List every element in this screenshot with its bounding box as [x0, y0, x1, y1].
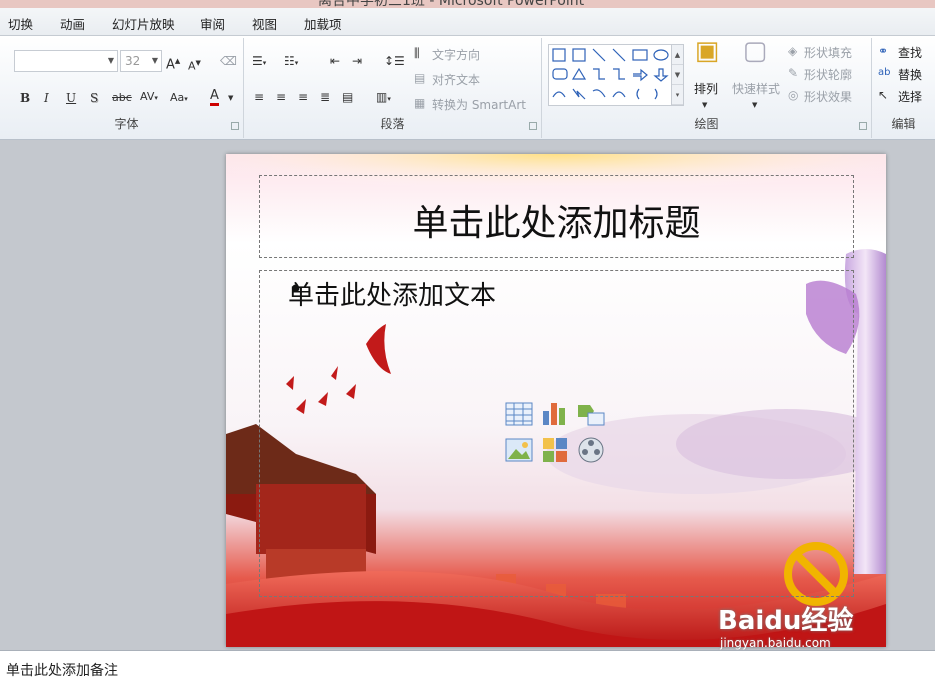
- insert-picture-icon[interactable]: [504, 435, 534, 465]
- underline-icon[interactable]: U: [66, 91, 76, 105]
- char-spacing-icon[interactable]: AV▾: [140, 90, 158, 105]
- dialog-launcher-icon[interactable]: [231, 122, 239, 130]
- change-case-icon[interactable]: Aa▾: [170, 91, 188, 106]
- slide-canvas[interactable]: 单击此处添加标题 • 单击此处添加文本: [226, 154, 886, 647]
- decrease-indent-icon[interactable]: ⇤: [330, 54, 340, 68]
- font-size-value: 32: [125, 54, 141, 68]
- paragraph-group: ☰▾ ☷▾ ⇤ ⇥ ↕☰ ⫼ 文字方向 ▤ 对齐文本 ▦ 转换为 SmartAr…: [244, 38, 542, 138]
- clear-format-icon[interactable]: ⌫: [220, 54, 237, 68]
- content-placeholder-text: 单击此处添加文本: [288, 281, 497, 311]
- strikethrough-icon[interactable]: abc: [112, 91, 132, 105]
- align-text-button[interactable]: 对齐文本: [432, 71, 480, 88]
- watermark: Baidu经验 jingyan.baidu.com: [716, 600, 886, 652]
- shadow-icon[interactable]: S: [90, 91, 98, 105]
- grow-font-icon[interactable]: A▲: [166, 54, 180, 72]
- shrink-font-icon[interactable]: A▼: [188, 56, 201, 74]
- notes-placeholder: 单击此处添加备注: [6, 663, 118, 679]
- arrange-icon: ▣: [694, 36, 720, 66]
- bullets-icon[interactable]: ☰▾: [252, 54, 266, 70]
- insert-smartart-icon[interactable]: [576, 399, 606, 429]
- chevron-down-icon: ▼: [702, 101, 708, 109]
- dialog-launcher-icon[interactable]: [529, 122, 537, 130]
- drawing-group: ▲ ▼ ▾ ▣ 排列 ▼ ▢ 快速样式 ▼ ◈ 形状填充 ✎ 形状轮廓 ◎ 形状效果…: [542, 38, 872, 138]
- drawing-group-label: 绘图: [694, 117, 719, 131]
- text-direction-button[interactable]: 文字方向: [432, 46, 480, 63]
- chevron-down-icon: ▼: [107, 56, 114, 65]
- dialog-launcher-icon[interactable]: [859, 122, 867, 130]
- chevron-down-icon: ▼: [151, 56, 158, 65]
- paint-bucket-icon: ◈: [788, 44, 798, 58]
- italic-icon[interactable]: I: [44, 91, 49, 105]
- title-placeholder-text: 单击此处添加标题: [412, 203, 701, 244]
- replace-icon: ab: [878, 67, 891, 78]
- font-size-select[interactable]: 32 ▼: [120, 50, 162, 72]
- chevron-down-icon: ▼: [752, 101, 758, 109]
- justify-icon[interactable]: ≣: [320, 90, 330, 104]
- pen-icon: ✎: [788, 66, 799, 80]
- gallery-scrollbar[interactable]: ▲ ▼ ▾: [671, 45, 683, 105]
- tab-transitions[interactable]: 切换: [8, 14, 33, 33]
- align-right-icon[interactable]: ≡: [298, 90, 308, 104]
- window-title: 离合中学初三1班 - Microsoft PowerPoint: [318, 0, 585, 8]
- insert-clipart-icon[interactable]: [540, 435, 570, 465]
- font-name-select[interactable]: ▼: [14, 50, 118, 72]
- convert-smartart-button[interactable]: 转换为 SmartArt: [432, 96, 526, 113]
- notes-pane[interactable]: 单击此处添加备注: [0, 650, 935, 682]
- effects-icon: ◎: [788, 88, 799, 102]
- shapes-icon: [552, 48, 669, 100]
- replace-button[interactable]: 替换: [898, 66, 922, 83]
- numbering-icon[interactable]: ☷▾: [284, 54, 298, 70]
- align-center-icon[interactable]: ≡: [276, 90, 286, 104]
- tab-animations[interactable]: 动画: [60, 14, 85, 33]
- distributed-icon[interactable]: ▤: [342, 90, 353, 104]
- tab-view[interactable]: 视图: [252, 14, 277, 33]
- cursor-icon: ↖: [878, 88, 889, 102]
- shape-outline-button[interactable]: 形状轮廓: [804, 66, 852, 83]
- insert-media-icon[interactable]: [576, 435, 606, 465]
- tab-review[interactable]: 审阅: [200, 14, 225, 33]
- watermark-brand: Baidu经验: [718, 606, 854, 636]
- tab-slideshow[interactable]: 幻灯片放映: [112, 14, 175, 33]
- smartart-icon: ▦: [414, 96, 426, 110]
- watermark-url: jingyan.baidu.com: [720, 636, 831, 650]
- line-spacing-icon[interactable]: ↕☰: [384, 54, 405, 68]
- window-titlebar: 离合中学初三1班 - Microsoft PowerPoint: [0, 0, 935, 8]
- align-left-icon[interactable]: ≡: [254, 90, 264, 104]
- columns-icon[interactable]: ▥▾: [376, 90, 391, 106]
- quick-styles-icon: ▢: [742, 36, 768, 66]
- increase-indent-icon[interactable]: ⇥: [352, 54, 362, 68]
- paragraph-group-label: 段落: [380, 117, 405, 131]
- quick-styles-button[interactable]: 快速样式: [732, 80, 780, 97]
- ribbon: ▼ 32 ▼ A▲ A▼ ⌫ B I U S abc AV▾ Aa▾ A ▼ 字…: [0, 36, 935, 140]
- text-direction-icon: ⫼: [414, 46, 420, 60]
- tab-addins[interactable]: 加载项: [304, 14, 342, 33]
- shape-effects-button[interactable]: 形状效果: [804, 88, 852, 105]
- bold-icon[interactable]: B: [20, 91, 30, 105]
- shapes-gallery[interactable]: ▲ ▼ ▾: [548, 44, 684, 106]
- select-button[interactable]: 选择: [898, 88, 922, 105]
- chevron-down-icon[interactable]: ▼: [228, 91, 233, 105]
- title-placeholder[interactable]: 单击此处添加标题: [259, 175, 854, 258]
- align-text-icon: ▤: [414, 71, 426, 85]
- content-placeholder[interactable]: • 单击此处添加文本: [259, 270, 854, 597]
- font-color-icon[interactable]: A: [210, 89, 219, 106]
- ribbon-tab-bar: 切换 动画 幻灯片放映 审阅 视图 加载项: [0, 8, 935, 36]
- font-group-label: 字体: [114, 117, 139, 131]
- editing-group: ⚭ 查找 ab 替换 ↖ 选择 编辑: [872, 38, 935, 138]
- insert-chart-icon[interactable]: [540, 399, 570, 429]
- arrange-button[interactable]: 排列: [694, 80, 718, 97]
- font-group: ▼ 32 ▼ A▲ A▼ ⌫ B I U S abc AV▾ Aa▾ A ▼ 字…: [10, 38, 244, 138]
- binoculars-icon: ⚭: [878, 44, 889, 58]
- shape-fill-button[interactable]: 形状填充: [804, 44, 852, 61]
- find-button[interactable]: 查找: [898, 44, 922, 61]
- editing-group-label: 编辑: [891, 117, 916, 131]
- insert-table-icon[interactable]: [504, 399, 534, 429]
